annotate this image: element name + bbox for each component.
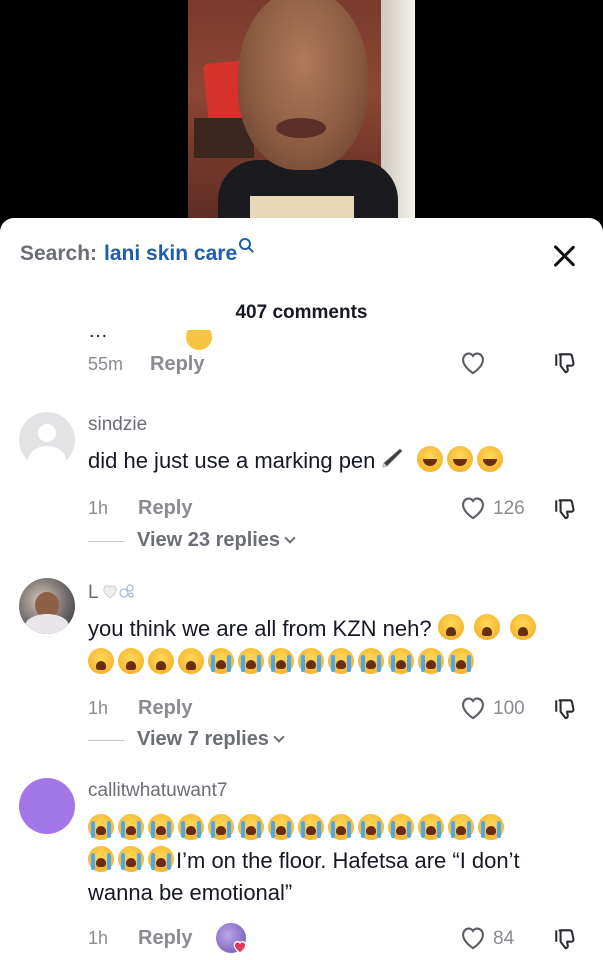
- comment-list: … 55m Reply sindzie did he just use a ma…: [0, 330, 603, 960]
- white-heart-icon: [102, 585, 117, 599]
- crying-emoji-icon: [208, 648, 234, 674]
- thumbs-down-icon[interactable]: [553, 350, 579, 376]
- comment-time: 55m: [88, 354, 124, 374]
- emoji-icon: [186, 330, 212, 350]
- comment-time: 1h: [88, 928, 109, 948]
- crying-emoji-icon: [178, 814, 204, 840]
- comment-username[interactable]: callitwhatuwant7: [88, 780, 227, 802]
- crying-emoji-icon: [268, 648, 294, 674]
- joy-emoji-icon: [477, 446, 504, 472]
- comment-text: you think we are all from KZN neh?: [88, 612, 538, 645]
- avatar[interactable]: [19, 578, 75, 634]
- chevron-down-icon: [273, 731, 285, 743]
- view-replies-label: View 7 replies: [137, 728, 269, 750]
- comment-username-text: L: [88, 582, 99, 603]
- search-term[interactable]: lani skin care: [104, 242, 237, 266]
- crying-emoji-icon: [358, 814, 384, 840]
- emoji-row: [86, 812, 506, 845]
- heart-outline-icon[interactable]: [459, 924, 487, 950]
- heart-outline-icon[interactable]: [459, 349, 487, 375]
- crying-emoji-icon: [358, 648, 384, 674]
- divider: [88, 740, 124, 741]
- weary-emoji-icon: [118, 648, 144, 674]
- crying-emoji-icon: [418, 648, 444, 674]
- crying-emoji-icon: [208, 814, 234, 840]
- divider: [88, 541, 124, 542]
- crying-emoji-icon: [118, 814, 144, 840]
- heart-outline-icon[interactable]: [459, 694, 487, 720]
- comments-sheet: Search: lani skin care 407 comments … 55…: [0, 218, 603, 960]
- comment-count: 407 comments: [235, 302, 368, 323]
- thumbs-down-icon[interactable]: [553, 696, 579, 722]
- close-icon[interactable]: [552, 244, 576, 268]
- video-person-mouth: [276, 118, 326, 138]
- heart-outline-icon[interactable]: [459, 494, 487, 520]
- crying-emoji-icon: [388, 814, 414, 840]
- reply-button[interactable]: Reply: [150, 353, 204, 376]
- crying-emoji-icon: [238, 814, 264, 840]
- pen-emoji-icon: [382, 448, 403, 468]
- crying-emoji-icon: [448, 648, 474, 674]
- crying-emoji-icon: [148, 814, 174, 840]
- comment-text-body: I’m on the floor. Hafetsa are “I don’t: [176, 848, 520, 873]
- reply-button[interactable]: Reply: [138, 697, 192, 720]
- joy-emoji-icon: [447, 446, 474, 472]
- reply-button[interactable]: Reply: [138, 497, 192, 520]
- crying-emoji-icon: [88, 846, 114, 872]
- crying-emoji-icon: [118, 846, 144, 872]
- crying-emoji-icon: [88, 814, 114, 840]
- avatar[interactable]: [19, 778, 75, 834]
- view-replies-label: View 23 replies: [137, 529, 281, 551]
- emoji-row: [86, 646, 476, 679]
- comment-username[interactable]: L: [88, 582, 135, 604]
- bubbles-icon: [118, 584, 134, 598]
- video-frame: [188, 0, 415, 230]
- crying-emoji-icon: [388, 648, 414, 674]
- crying-emoji-icon: [328, 648, 354, 674]
- comment-text-body: did he just use a marking pen: [88, 448, 376, 473]
- thumbs-down-icon[interactable]: [553, 496, 579, 522]
- video-player[interactable]: [0, 0, 603, 230]
- crying-emoji-icon: [238, 648, 264, 674]
- partial-comment-text: …: [88, 330, 108, 342]
- search-label: Search:: [20, 242, 98, 265]
- avatar[interactable]: [19, 412, 75, 468]
- comment-text: wanna be emotional”: [88, 880, 293, 905]
- chevron-down-icon: [284, 532, 296, 544]
- view-replies-button[interactable]: View 7 replies: [137, 728, 285, 751]
- weary-emoji-icon: [509, 614, 536, 640]
- comment-text: I’m on the floor. Hafetsa are “I don’t: [86, 844, 520, 877]
- view-replies-button[interactable]: View 23 replies: [137, 529, 296, 552]
- comment-text-body: you think we are all from KZN neh?: [88, 616, 432, 641]
- thumbs-down-icon[interactable]: [553, 926, 579, 952]
- search-suggestion[interactable]: Search: lani skin care: [20, 238, 252, 272]
- like-count: 84: [493, 928, 515, 949]
- comment-username[interactable]: sindzie: [88, 414, 147, 436]
- weary-emoji-icon: [148, 648, 174, 674]
- like-count: 126: [493, 498, 525, 519]
- weary-emoji-icon: [178, 648, 204, 674]
- search-icon: [239, 238, 252, 250]
- weary-emoji-icon: [437, 614, 464, 640]
- crying-emoji-icon: [478, 814, 504, 840]
- video-person-face: [238, 0, 368, 170]
- weary-emoji-icon: [473, 614, 500, 640]
- like-count: 100: [493, 698, 525, 719]
- creator-liked-heart-icon: [233, 941, 247, 954]
- weary-emoji-icon: [88, 648, 114, 674]
- crying-emoji-icon: [268, 814, 294, 840]
- crying-emoji-icon: [298, 814, 324, 840]
- crying-emoji-icon: [148, 846, 174, 872]
- reply-button[interactable]: Reply: [138, 927, 192, 950]
- crying-emoji-icon: [298, 648, 324, 674]
- comment-time: 1h: [88, 698, 109, 718]
- joy-emoji-icon: [417, 446, 444, 472]
- crying-emoji-icon: [418, 814, 444, 840]
- comment-time: 1h: [88, 498, 109, 518]
- crying-emoji-icon: [448, 814, 474, 840]
- crying-emoji-icon: [328, 814, 354, 840]
- comment-text: did he just use a marking pen: [88, 444, 505, 477]
